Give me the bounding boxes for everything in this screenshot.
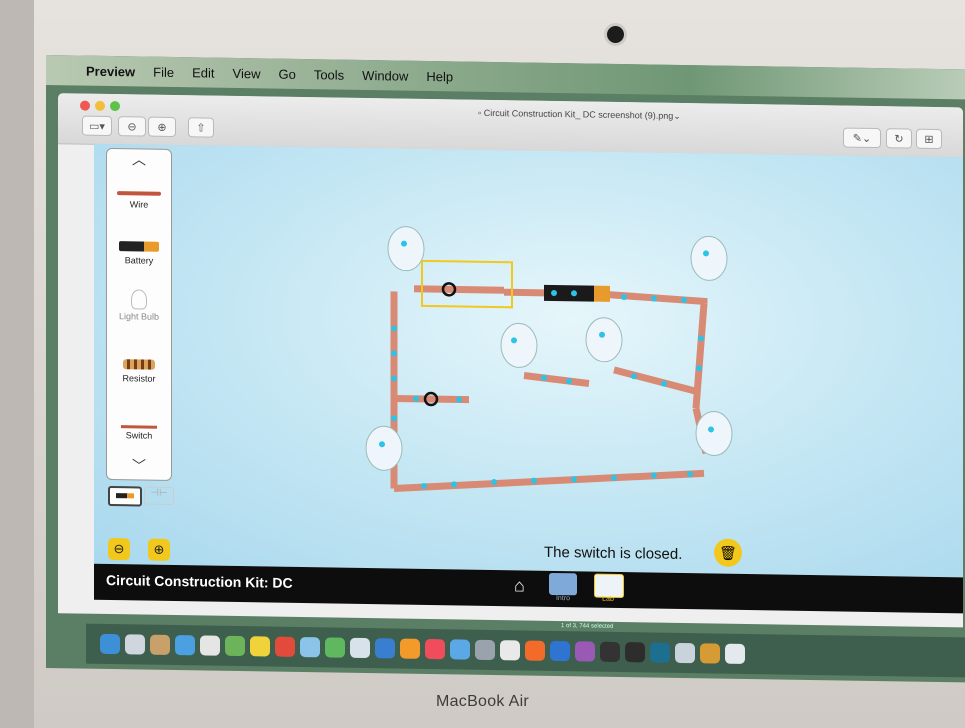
zoom-in-toolbar-icon[interactable]: ⊕ [148,116,176,138]
menu-window[interactable]: Window [362,67,408,83]
app-title: Circuit Construction Kit: DC [106,571,293,591]
menu-edit[interactable]: Edit [192,65,214,80]
device-label: MacBook Air [435,693,530,710]
menu-file[interactable]: File [153,64,174,79]
calendar-icon[interactable] [200,635,220,656]
preview-window: ▭▾ ⊖ ⊕ ⇧ ▫ Circuit Construction Kit_ DC … [58,93,963,628]
ibooks-icon[interactable] [400,638,420,659]
circuit-diagram [365,226,733,493]
system-preferences-icon[interactable] [475,639,495,661]
activity-monitor-icon[interactable] [650,642,670,663]
downloads-icon[interactable] [675,642,695,664]
itunes-icon[interactable] [425,638,445,660]
close-window-button[interactable] [80,100,90,111]
selection-caption: 1 of 3, 744 selected [561,623,614,630]
wires[interactable] [390,285,710,493]
electrons [379,240,714,489]
preview-icon[interactable] [500,640,520,661]
launchpad-icon[interactable] [125,634,145,655]
tab-lab[interactable]: Lab [588,596,628,604]
menu-view[interactable]: View [233,65,261,80]
switch-status-text: The switch is closed. [544,543,683,563]
selected-switch-highlight [421,259,513,309]
finder-icon[interactable] [100,633,120,655]
messages-icon[interactable] [225,635,245,657]
sidebar-toggle-icon[interactable]: ▭▾ [82,115,112,137]
mail-icon[interactable] [350,637,370,659]
battery-terminal [594,285,610,302]
laptop-screen: Preview File Edit View Go Tools Window H… [46,55,965,683]
terminal-icon[interactable] [600,641,620,663]
folder-icon[interactable] [700,643,720,664]
tab-intro-icon[interactable] [549,572,577,596]
toolbox-icon[interactable]: ⊞ [916,128,942,150]
notes-icon[interactable] [250,636,270,657]
documents-icon[interactable] [725,643,745,664]
light-bulbs[interactable] [365,226,733,476]
piano-icon[interactable] [625,642,645,663]
home-icon[interactable]: ⌂ [514,575,525,596]
maps-icon[interactable] [375,638,395,659]
tab-lab-icon[interactable] [594,573,624,599]
rotate-icon[interactable]: ↻ [886,128,912,149]
trash-icon[interactable]: 🗑 [714,538,742,567]
menu-help[interactable]: Help [426,68,453,83]
vlc-icon[interactable] [525,640,545,661]
share-icon[interactable]: ⇧ [188,117,214,138]
facetime-icon[interactable] [325,637,345,658]
podcasts-icon[interactable] [575,641,595,662]
zoom-window-button[interactable] [110,101,120,112]
menu-go[interactable]: Go [278,66,295,81]
menu-preview[interactable]: Preview [86,63,135,79]
safari-icon[interactable] [175,635,195,656]
background-wall [0,0,34,728]
chrome-icon[interactable] [275,636,295,657]
webcam [607,26,624,43]
photos-icon[interactable] [300,636,320,658]
document-title: ▫ Circuit Construction Kit_ DC screensho… [478,107,681,121]
menu-tools[interactable]: Tools [314,67,344,82]
word-icon[interactable] [550,640,570,662]
app-store-icon[interactable] [450,639,470,660]
dock [86,623,965,678]
contacts-icon[interactable] [150,634,170,655]
simulation-canvas: ︿ Wire Battery Light Bulb Resistor Switc… [94,143,963,578]
markup-pen-icon[interactable]: ✎⌄ [843,127,881,149]
zoom-out-toolbar-icon[interactable]: ⊖ [118,116,146,137]
minimize-window-button[interactable] [95,100,105,111]
tab-intro[interactable]: Intro [543,595,583,603]
